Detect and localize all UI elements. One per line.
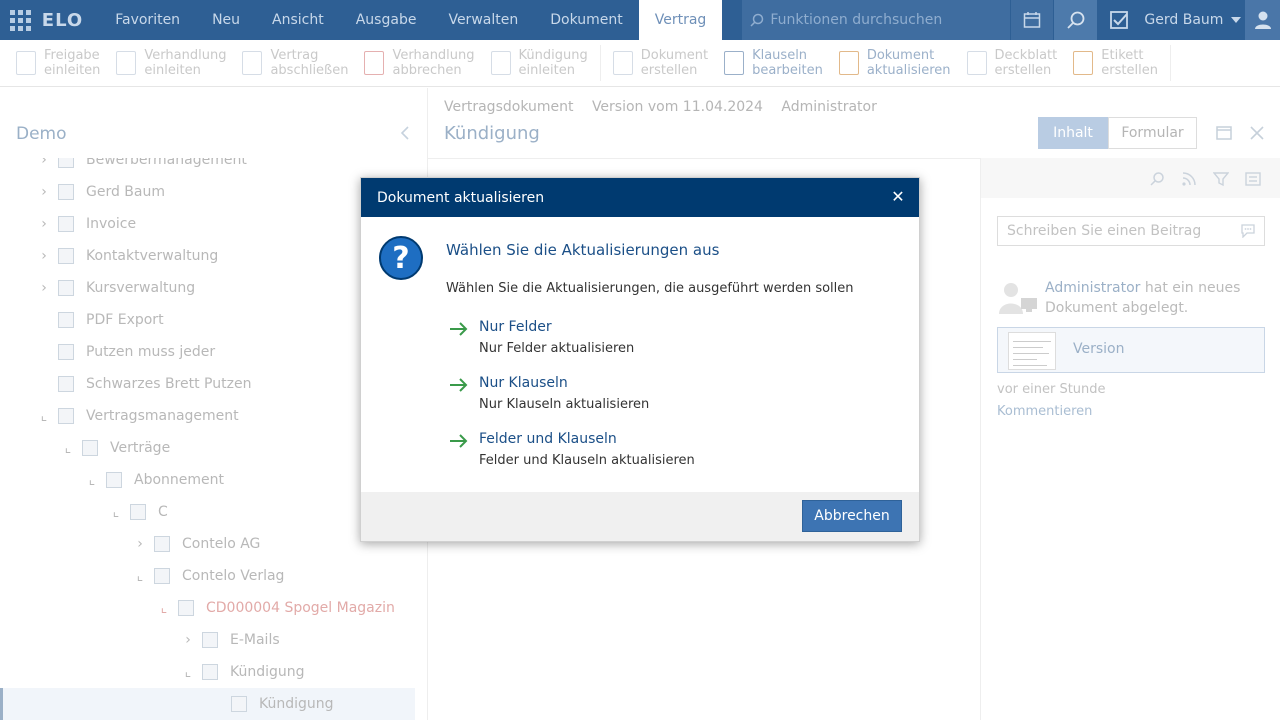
option-nur-klauseln[interactable]: Nur Klauseln Nur Klauseln aktualisieren: [449, 375, 889, 417]
option-description: Felder und Klauseln aktualisieren: [479, 453, 695, 468]
question-icon: ?: [379, 236, 423, 280]
arrow-right-icon: [450, 378, 468, 392]
dialog-header-title: Dokument aktualisieren: [377, 189, 545, 206]
dialog-subtitle: Wählen Sie die Aktualisierungen, die aus…: [446, 281, 854, 296]
cancel-button[interactable]: Abbrechen: [802, 500, 902, 532]
update-document-dialog: Dokument aktualisieren ✕ ? Wählen Sie di…: [360, 177, 920, 542]
close-icon[interactable]: ✕: [889, 188, 907, 206]
option-description: Nur Felder aktualisieren: [479, 341, 635, 356]
dialog-title: Wählen Sie die Aktualisierungen aus: [446, 241, 720, 259]
option-title: Nur Felder: [479, 319, 552, 335]
option-felder-und-klauseln[interactable]: Felder und Klauseln Felder und Klauseln …: [449, 431, 889, 473]
arrow-right-icon: [450, 322, 468, 336]
arrow-right-icon: [450, 434, 468, 448]
option-nur-felder[interactable]: Nur Felder Nur Felder aktualisieren: [449, 319, 889, 361]
option-title: Nur Klauseln: [479, 375, 568, 391]
dialog-header: Dokument aktualisieren ✕: [361, 178, 919, 217]
dialog-footer: Abbrechen: [361, 492, 919, 541]
option-title: Felder und Klauseln: [479, 431, 617, 447]
option-description: Nur Klauseln aktualisieren: [479, 397, 650, 412]
